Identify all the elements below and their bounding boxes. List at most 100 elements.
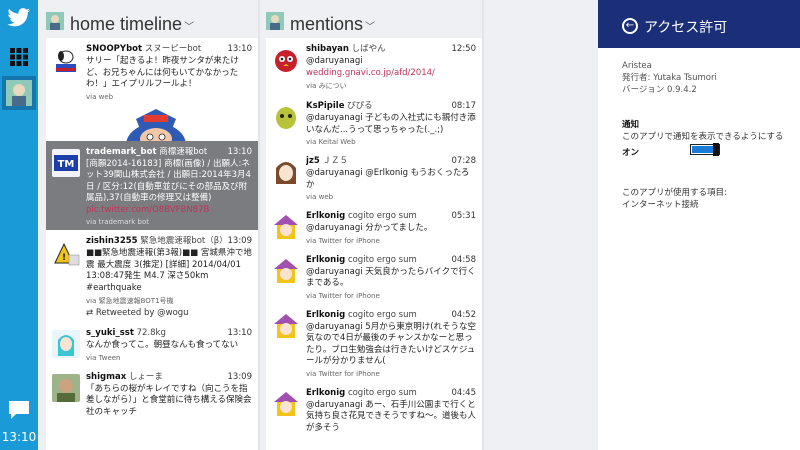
- permissions-heading: このアプリが使用する項目:: [622, 188, 727, 198]
- column-divider[interactable]: [482, 0, 484, 450]
- tweet-time: 04:52: [451, 309, 477, 320]
- mentions-header[interactable]: mentions ﹀: [266, 8, 482, 38]
- tweet-time: 13:10: [227, 328, 253, 338]
- tweet-item[interactable]: Erlkonig cogito ergo sum 05:31 @daruyana…: [266, 205, 482, 249]
- chevron-down-icon[interactable]: ﹀: [365, 22, 375, 33]
- tweet-text: @daruyanagi 5月から東京明け(れそうな空気なので4日が最後のチャンス…: [306, 321, 477, 367]
- user-avatar[interactable]: [272, 311, 300, 340]
- tweet-time: 07:28: [451, 156, 477, 166]
- tweet-text: なんか食ってこ。朝昼なんも食ってない: [86, 340, 239, 350]
- tweet-item-selected[interactable]: TM trademark_bot 商標速報bot 13:10 [商願2014-1…: [46, 140, 258, 230]
- column-divider[interactable]: [258, 0, 260, 450]
- tweet-username[interactable]: Erlkonig: [306, 388, 345, 398]
- tweet-text: サリー「起きるよ！昨夜サンタが来たけど、お兄ちゃんには何もいてかなかったわ！」エ…: [86, 56, 239, 89]
- column-avatar: [46, 12, 64, 30]
- user-avatar[interactable]: [272, 158, 300, 186]
- tweet-time: 08:17: [451, 101, 477, 111]
- tweet-via: via 緊急地震速報BOT1号機: [86, 297, 174, 305]
- svg-text:TM: TM: [58, 159, 75, 170]
- tweet-username[interactable]: Erlkonig: [306, 211, 345, 221]
- tweet-via: via Twitter for iPhone: [306, 369, 380, 378]
- tweet-display-name: しょーま: [128, 371, 163, 382]
- grid-view-icon[interactable]: [0, 42, 38, 72]
- user-avatar[interactable]: [272, 46, 300, 74]
- tweet-via: via Tween: [86, 353, 121, 362]
- user-avatar[interactable]: [52, 46, 80, 74]
- column-title: mentions ﹀: [290, 14, 376, 34]
- chevron-down-icon[interactable]: ﹀: [184, 22, 194, 33]
- tweet-username[interactable]: shibayan: [306, 44, 349, 54]
- tweet-display-name: 72.8kg: [136, 328, 166, 338]
- column-title: home timeline ﹀: [70, 14, 195, 34]
- tweet-via: via trademark bot: [86, 218, 149, 226]
- tweet-time: 13:09: [227, 236, 253, 246]
- app-info: Aristea 発行者: Yutaka Tsumori バージョン 0.9.4.…: [622, 60, 717, 96]
- tweet-display-name: cogito ergo sum: [347, 309, 417, 320]
- tweet-time: 04:45: [451, 387, 477, 398]
- user-avatar[interactable]: TM: [52, 148, 80, 177]
- twitter-bird-icon[interactable]: [7, 8, 31, 28]
- user-avatar[interactable]: [52, 373, 80, 402]
- notification-toggle[interactable]: [690, 143, 720, 156]
- tweet-username[interactable]: SNOOPYbot: [86, 44, 142, 54]
- clock: 13:10: [1, 430, 37, 444]
- tweet-item[interactable]: jz5 ＪＺ５ 07:28 @daruyanagi @Erlkonig もうおく…: [266, 150, 482, 205]
- retweet-info: ⇄ Retweeted by @wogu: [86, 308, 189, 318]
- tweet-username[interactable]: KsPipile: [306, 101, 344, 111]
- user-avatar[interactable]: [52, 330, 80, 358]
- app-publisher: 発行者: Yutaka Tsumori: [622, 73, 717, 83]
- tweet-text: ■■緊急地震速報(第3報)■■ 宮城県沖で地震 最大震度 3(推定) [詳細] …: [86, 248, 252, 293]
- tweet-username[interactable]: s_yuki_sst: [86, 328, 134, 338]
- column-avatar: [266, 12, 284, 30]
- tweet-text: [商願2014-16183] 商標(画像) / 出願人:ネット39関山株式会社 …: [86, 158, 251, 215]
- user-avatar[interactable]: [272, 103, 300, 131]
- tweet-username[interactable]: shigmax: [86, 372, 126, 382]
- retweet-icon: ⇄: [86, 308, 94, 318]
- tweet-time: 13:09: [227, 371, 253, 382]
- tweet-via: via web: [86, 92, 114, 101]
- tweet-username[interactable]: Erlkonig: [306, 310, 345, 320]
- home-timeline-header[interactable]: home timeline ﹀: [46, 8, 258, 38]
- app-name: Aristea: [622, 61, 652, 71]
- svg-text:!: !: [62, 253, 66, 263]
- tweet-time: 13:10: [227, 44, 253, 54]
- tweet-item[interactable]: KsPipile ぴぴる 08:17 @daruyanagi 子どもの入社式にも…: [266, 95, 482, 150]
- user-avatar[interactable]: [272, 389, 300, 418]
- pane-title: アクセス許可: [644, 20, 728, 36]
- tweet-display-name: cogito ergo sum: [347, 254, 417, 265]
- compose-tweet-icon[interactable]: [8, 400, 30, 420]
- tweet-item[interactable]: shibayan しばやん 12:50 @daruyanagi wedding.…: [266, 38, 482, 95]
- tweet-display-name: ＪＺ５: [322, 156, 348, 166]
- tweet-item[interactable]: ! zishin3255 緊急地震速報bot（β） 13:09 ■■緊急地震速報…: [46, 230, 258, 322]
- tweet-time: 05:31: [451, 211, 477, 221]
- user-avatar[interactable]: !: [52, 238, 80, 266]
- tweet-time: 13:10: [227, 146, 253, 157]
- tweet-via: via Twitter for iPhone: [306, 291, 380, 300]
- tweet-item[interactable]: Erlkonig cogito ergo sum 04:58 @daruyana…: [266, 249, 482, 304]
- user-avatar[interactable]: [272, 256, 300, 285]
- tweet-item[interactable]: SNOOPYbot スヌーピーbot 13:10 サリー「起きるよ！昨夜サンタが…: [46, 38, 258, 105]
- tweet-username[interactable]: trademark_bot: [86, 147, 157, 157]
- account-avatar[interactable]: [2, 76, 36, 110]
- tweet-via: via Keitai Web: [306, 138, 356, 146]
- tweet-text: @daruyanagi 子どもの入社式にも親付き添いなんだ...うって思っちゃっ…: [306, 113, 476, 135]
- toggle-knob[interactable]: [713, 143, 719, 156]
- user-avatar[interactable]: [272, 213, 300, 241]
- tweet-username[interactable]: Erlkonig: [306, 255, 345, 265]
- tweet-item[interactable]: s_yuki_sst 72.8kg 13:10 なんか食ってこ。朝昼なんも食って…: [46, 322, 258, 366]
- mentions-column: mentions ﹀ shibayan しばやん 12:50 @daruyanag…: [266, 0, 482, 450]
- back-arrow-icon[interactable]: ←: [622, 18, 638, 34]
- tweet-via: via Twitter for iPhone: [306, 236, 380, 245]
- tweet-username[interactable]: jz5: [306, 156, 320, 166]
- tweet-item[interactable]: Erlkonig cogito ergo sum 04:52 @daruyana…: [266, 304, 482, 382]
- tweet-link[interactable]: wedding.gnavi.co.jp/afd/2014/: [306, 68, 435, 78]
- tweet-display-name: cogito ergo sum: [347, 211, 417, 221]
- tweet-list[interactable]: SNOOPYbot スヌーピーbot 13:10 サリー「起きるよ！昨夜サンタが…: [46, 38, 258, 450]
- tweet-time: 12:50: [451, 44, 477, 54]
- tweet-link[interactable]: pic.twitter.com/O8BVFBN87B: [86, 205, 209, 215]
- tweet-list[interactable]: shibayan しばやん 12:50 @daruyanagi wedding.…: [266, 38, 482, 450]
- tweet-username[interactable]: zishin3255: [86, 236, 138, 246]
- tweet-item[interactable]: shigmax しょーま 13:09 「あちらの桜がキレイですね（向こうを指差し…: [46, 366, 258, 423]
- tweet-item[interactable]: Erlkonig cogito ergo sum 04:45 @daruyana…: [266, 382, 482, 439]
- app-bar: 13:10: [0, 0, 38, 450]
